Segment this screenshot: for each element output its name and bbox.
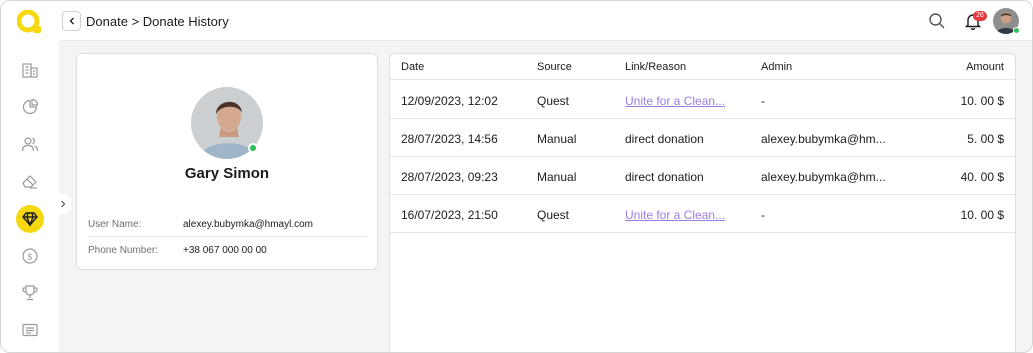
phone-label: Phone Number: xyxy=(88,245,159,256)
users-icon xyxy=(21,137,39,152)
row-admin: - xyxy=(761,208,765,222)
eraser-icon xyxy=(22,175,37,189)
row-source: Manual xyxy=(537,170,577,184)
pie-chart-icon xyxy=(22,98,39,115)
diamond-icon xyxy=(22,212,38,227)
username-value: alexey.bubymka@hmayl.com xyxy=(183,219,314,230)
header-amount[interactable]: Amount xyxy=(966,61,1004,73)
sidebar-expand-button[interactable] xyxy=(55,194,71,214)
sidebar-item-payments[interactable]: $ xyxy=(16,242,44,270)
table-row[interactable]: 28/07/2023, 09:23 Manual direct donation… xyxy=(390,157,1015,195)
table-row[interactable]: 12/09/2023, 12:02 Quest Unite for a Clea… xyxy=(390,81,1015,119)
notification-badge: 26 xyxy=(973,11,987,21)
profile-card: Gary Simon User Name: alexey.bubymka@hma… xyxy=(76,53,378,270)
row-amount: 40. 00 $ xyxy=(960,170,1004,184)
header-source[interactable]: Source xyxy=(537,61,572,73)
table-header: Date Source Link/Reason Admin Amount xyxy=(390,54,1015,80)
sidebar: $ xyxy=(1,1,59,352)
top-bar: Donate > Donate History 26 xyxy=(59,1,1032,41)
breadcrumb: Donate > Donate History xyxy=(86,14,229,29)
app-logo[interactable] xyxy=(17,10,43,34)
sidebar-item-news[interactable] xyxy=(16,316,44,344)
dollar-coin-icon: $ xyxy=(22,248,38,264)
row-admin: alexey.bubymka@hm... xyxy=(761,132,886,146)
sidebar-item-donate[interactable] xyxy=(16,205,44,233)
table-row[interactable]: 16/07/2023, 21:50 Quest Unite for a Clea… xyxy=(390,195,1015,233)
row-amount: 10. 00 $ xyxy=(960,94,1004,108)
newspaper-icon xyxy=(22,323,38,337)
row-source: Quest xyxy=(537,94,570,108)
back-button[interactable] xyxy=(62,11,81,31)
username-row: User Name: alexey.bubymka@hmayl.com xyxy=(88,211,367,237)
svg-text:$: $ xyxy=(27,253,33,263)
sidebar-item-achievements[interactable] xyxy=(16,279,44,307)
header-admin[interactable]: Admin xyxy=(761,61,792,73)
donations-table: Date Source Link/Reason Admin Amount 12/… xyxy=(389,53,1016,352)
search-icon[interactable] xyxy=(928,12,946,30)
username-label: User Name: xyxy=(88,219,142,230)
row-admin: - xyxy=(761,94,765,108)
profile-online-dot xyxy=(248,143,258,153)
row-amount: 10. 00 $ xyxy=(960,208,1004,222)
row-reason: direct donation xyxy=(625,132,704,146)
row-date: 16/07/2023, 21:50 xyxy=(401,208,498,222)
phone-value: +38 067 000 00 00 xyxy=(183,245,267,256)
row-reason: direct donation xyxy=(625,170,704,184)
row-source: Manual xyxy=(537,132,577,146)
header-link-reason[interactable]: Link/Reason xyxy=(625,61,686,73)
row-date: 28/07/2023, 09:23 xyxy=(401,170,498,184)
profile-name: Gary Simon xyxy=(184,165,270,182)
table-row[interactable]: 28/07/2023, 14:56 Manual direct donation… xyxy=(390,119,1015,157)
header-date[interactable]: Date xyxy=(401,61,424,73)
row-amount: 5. 00 $ xyxy=(967,132,1004,146)
building-icon xyxy=(22,63,38,78)
row-link[interactable]: Unite for a Clean... xyxy=(625,94,725,108)
app-window: $ Donate > Donate History 26 Gary Simon … xyxy=(0,0,1033,353)
sidebar-item-eraser[interactable] xyxy=(16,167,44,195)
phone-row: Phone Number: +38 067 000 00 00 xyxy=(88,237,367,263)
row-admin: alexey.bubymka@hm... xyxy=(761,170,886,184)
chevron-left-icon xyxy=(69,17,74,25)
row-link[interactable]: Unite for a Clean... xyxy=(625,208,725,222)
chevron-right-icon xyxy=(61,200,66,208)
trophy-icon xyxy=(22,285,38,301)
sidebar-item-buildings[interactable] xyxy=(16,56,44,84)
sidebar-item-statistics[interactable] xyxy=(16,93,44,121)
row-source: Quest xyxy=(537,208,570,222)
sidebar-item-users[interactable] xyxy=(16,130,44,158)
row-date: 12/09/2023, 12:02 xyxy=(401,94,498,108)
row-date: 28/07/2023, 14:56 xyxy=(401,132,498,146)
online-status-dot xyxy=(1013,27,1020,34)
